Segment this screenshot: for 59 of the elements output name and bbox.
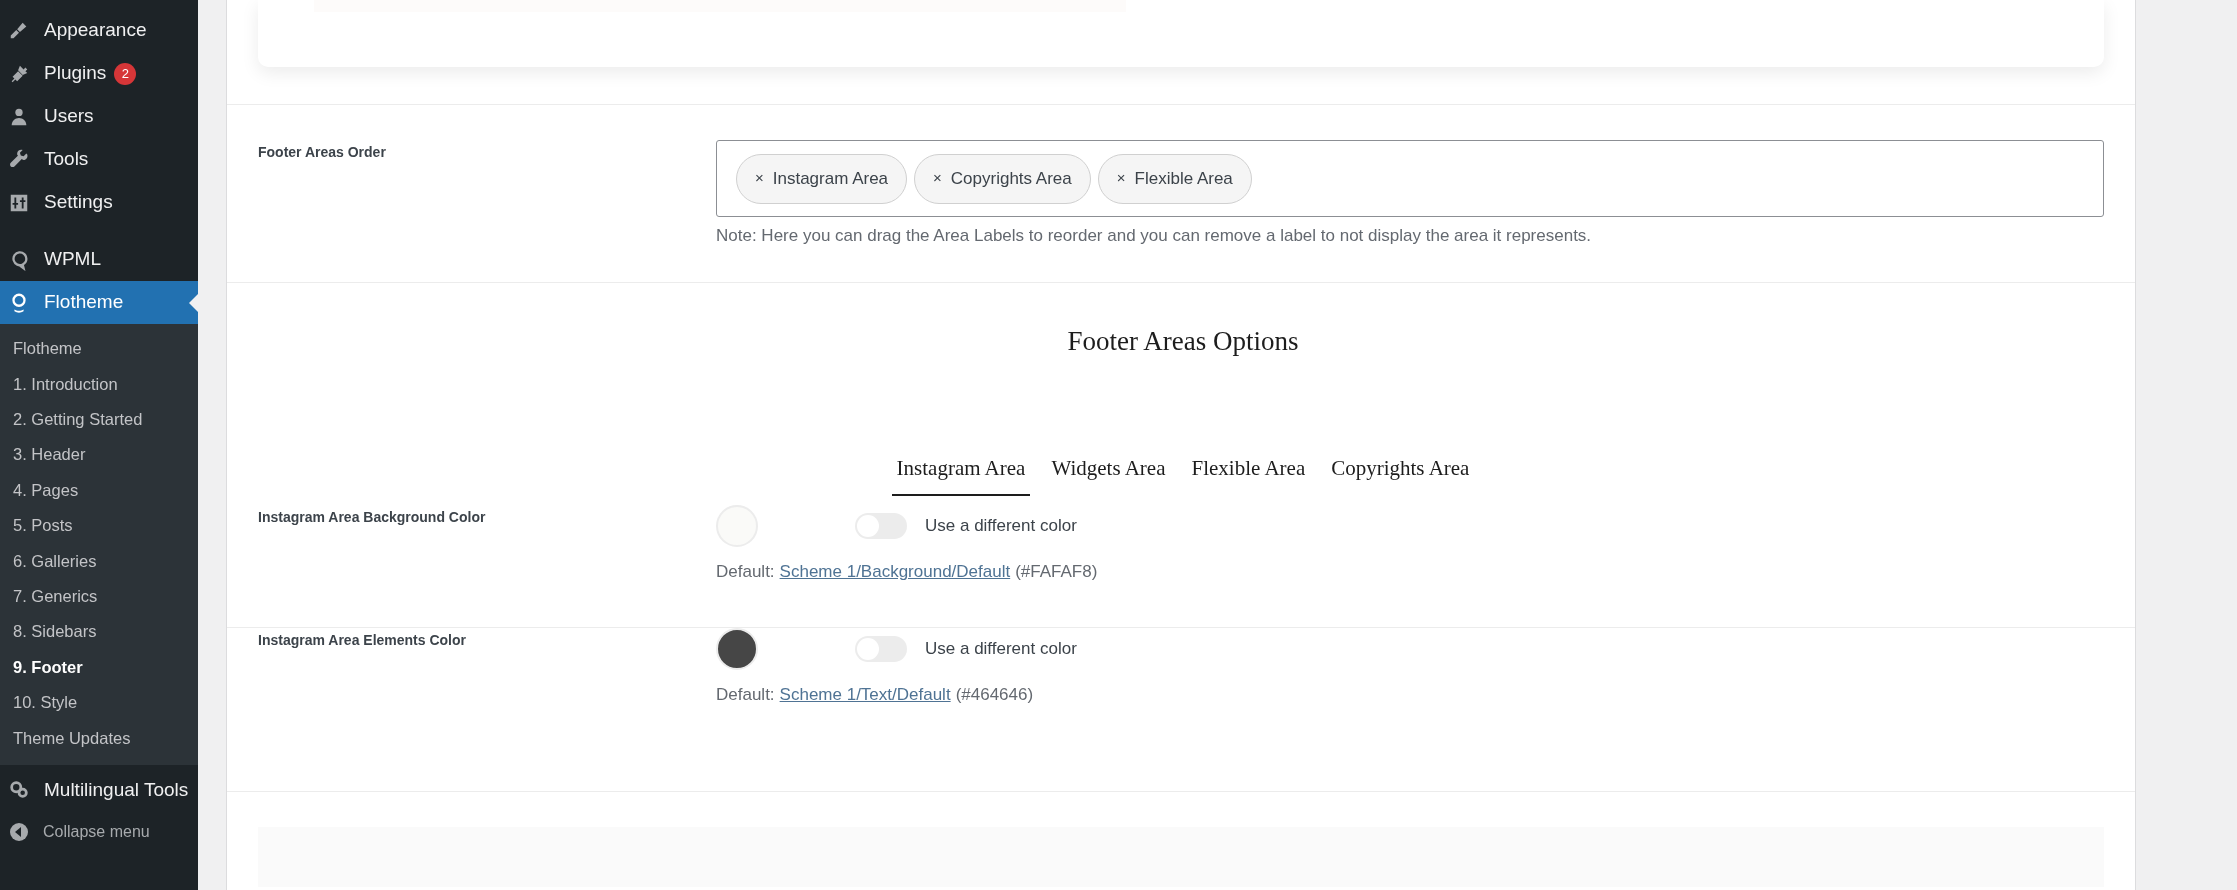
submenu-item[interactable]: 5. Posts — [0, 507, 198, 544]
section-heading: Footer Areas Options — [1067, 325, 1299, 358]
field-label: Instagram Area Elements Color — [258, 631, 467, 650]
submenu-item[interactable]: 9. Footer — [0, 649, 198, 685]
default-value: (#FAFAF8) — [1015, 561, 1098, 583]
toggle-label: Use a different color — [925, 515, 1077, 538]
menu-label: Plugins — [44, 61, 107, 86]
submenu-item[interactable]: 1. Introduction — [0, 366, 198, 402]
help-text: Note: Here you can drag the Area Labels to reorder and you can remove a label to not display the area it represents. — [716, 225, 1593, 247]
area-tag[interactable]: × Instagram Area — [736, 153, 908, 204]
tag-label: Flexible Area — [1134, 167, 1233, 190]
menu-item[interactable]: Tools — [0, 138, 198, 181]
tag-label: Copyrights Area — [950, 167, 1072, 190]
menu-label: Tools — [44, 147, 89, 172]
submenu-item[interactable]: 7. Generics — [0, 578, 198, 615]
count-badge: 2 — [114, 62, 137, 85]
field-label: Instagram Area Background Color — [258, 508, 487, 527]
toggle-label: Use a different color — [925, 638, 1077, 661]
default-value: (#464646) — [955, 684, 1034, 706]
menu-item[interactable]: Appearance — [0, 9, 198, 52]
submenu-item[interactable]: Theme Updates — [0, 720, 198, 756]
submenu-item[interactable]: 6. Galleries — [0, 543, 198, 579]
default-label: Default: — [716, 561, 775, 583]
menu-label: Users — [44, 104, 94, 129]
submenu-item[interactable]: 8. Sidebars — [0, 614, 198, 650]
submenu-item[interactable]: 2. Getting Started — [0, 401, 198, 438]
tab[interactable]: Copyrights Area — [1326, 452, 1475, 496]
menu-label: Settings — [44, 190, 113, 215]
scheme-link[interactable]: Scheme 1/Text/Default — [779, 682, 951, 708]
remove-tag-button[interactable]: × — [933, 167, 942, 190]
tab[interactable]: Widgets Area — [1046, 452, 1171, 496]
menu-item[interactable]: Plugins 2 — [0, 52, 198, 95]
menu-label: Flotheme — [44, 290, 124, 315]
default-label: Default: — [716, 684, 775, 706]
menu-item[interactable]: Flotheme — [0, 281, 198, 324]
submenu-item[interactable]: 10. Style — [0, 684, 198, 721]
menu-item[interactable]: Settings — [0, 181, 198, 224]
area-tag[interactable]: × Copyrights Area — [914, 153, 1091, 204]
scheme-link[interactable]: Scheme 1/Background/Default — [779, 559, 1011, 585]
current-indicator — [189, 294, 198, 312]
color-swatch[interactable] — [716, 628, 758, 670]
submenu-item[interactable]: 3. Header — [0, 437, 198, 473]
tab[interactable]: Instagram Area — [891, 452, 1031, 496]
area-tag[interactable]: × Flexible Area — [1097, 153, 1252, 204]
remove-tag-button[interactable]: × — [755, 167, 764, 190]
menu-label: Multilingual Tools — [44, 777, 189, 802]
menu-label: WPML — [44, 247, 101, 272]
tab[interactable]: Flexible Area — [1186, 452, 1311, 496]
tag-input-field[interactable]: × Instagram Area × Copyrights Area × Flexible Area — [716, 140, 2104, 217]
remove-tag-button[interactable]: × — [1116, 167, 1126, 190]
tag-label: Instagram Area — [772, 167, 889, 190]
menu-label: Appearance — [44, 18, 147, 43]
submenu-item[interactable]: Flotheme — [0, 331, 198, 367]
menu-item[interactable]: WPML — [0, 238, 198, 281]
collapse-menu-button[interactable]: Collapse menu — [0, 811, 198, 852]
field-label: Footer Areas Order — [258, 143, 387, 162]
submenu-item[interactable]: 4. Pages — [0, 472, 198, 508]
menu-item[interactable]: Users — [0, 95, 198, 138]
menu-item[interactable]: Multilingual Tools — [0, 768, 198, 812]
